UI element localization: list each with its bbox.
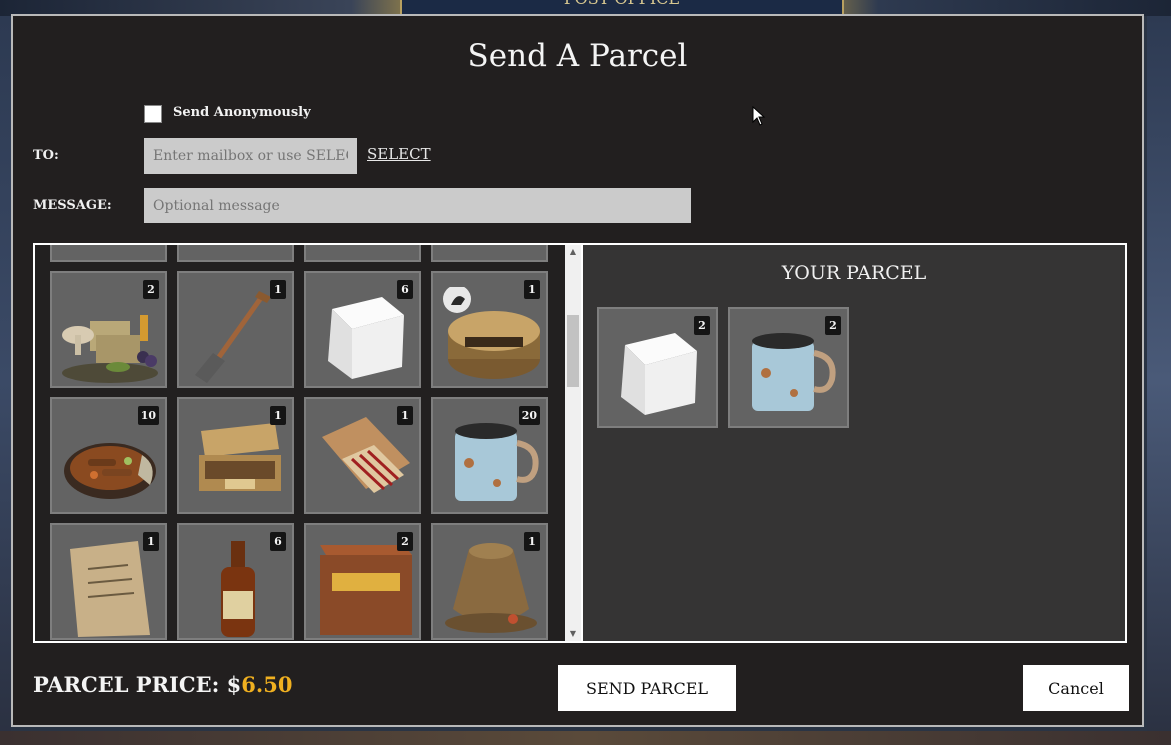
inventory-slot-partial[interactable] bbox=[177, 245, 294, 262]
select-link[interactable]: SELECT bbox=[367, 145, 431, 163]
dialog-title: Send A Parcel bbox=[467, 38, 688, 74]
item-count-badge: 6 bbox=[397, 280, 413, 299]
cigar-box-icon bbox=[199, 423, 281, 491]
inventory-slot-beer-bottle[interactable]: 6 bbox=[177, 523, 294, 640]
scrollbar-thumb[interactable] bbox=[567, 315, 579, 387]
scroll-down-arrow-icon[interactable]: ▼ bbox=[565, 627, 581, 641]
mailbox-input[interactable] bbox=[144, 138, 357, 174]
tobacco-tin-icon bbox=[443, 287, 540, 379]
inventory-grid[interactable]: 2 1 6 1 10 1 1 20 1 6 2 1 bbox=[35, 245, 565, 641]
item-count-badge: 2 bbox=[694, 316, 710, 335]
item-count-badge: 1 bbox=[524, 532, 540, 551]
message-label: MESSAGE: bbox=[33, 198, 112, 213]
parcel-slot-sugar-cube[interactable]: 2 bbox=[597, 307, 718, 428]
item-count-badge: 2 bbox=[397, 532, 413, 551]
parcel-panel: 2 1 6 1 10 1 1 20 1 6 2 1 ▲ ▼ YOUR PARCE… bbox=[33, 243, 1127, 643]
sugar-cube-icon bbox=[328, 297, 404, 379]
inventory-slot-grain-sack[interactable]: 1 bbox=[431, 523, 548, 640]
matches-icon bbox=[322, 417, 410, 493]
message-input[interactable] bbox=[144, 188, 691, 223]
parcel-slot-tin-mug[interactable]: 2 bbox=[728, 307, 849, 428]
stew-icon bbox=[64, 443, 156, 499]
tin-mug-icon bbox=[752, 333, 836, 411]
document-icon bbox=[70, 541, 150, 637]
inventory-scrollbar[interactable]: ▲ ▼ bbox=[565, 245, 581, 641]
beer-bottle-icon bbox=[221, 541, 255, 637]
parcel-price: PARCEL PRICE: $6.50 bbox=[33, 672, 292, 697]
item-count-badge: 1 bbox=[270, 406, 286, 425]
to-label: TO: bbox=[33, 148, 59, 163]
inventory-slot-cigar-box[interactable]: 1 bbox=[177, 397, 294, 514]
item-count-badge: 6 bbox=[270, 532, 286, 551]
parcel-price-value: 6.50 bbox=[241, 672, 293, 697]
tin-mug-icon bbox=[455, 423, 539, 501]
inventory-slot-food-bundle[interactable]: 2 bbox=[50, 271, 167, 388]
grain-sack-icon bbox=[445, 543, 537, 633]
inventory-slot-sugar-cube[interactable]: 6 bbox=[304, 271, 421, 388]
item-count-badge: 1 bbox=[397, 406, 413, 425]
inventory-slot-partial[interactable] bbox=[431, 245, 548, 262]
inventory-slot-shovel[interactable]: 1 bbox=[177, 271, 294, 388]
inventory-slot-partial[interactable] bbox=[304, 245, 421, 262]
inventory-slot-tin-mug[interactable]: 20 bbox=[431, 397, 548, 514]
item-count-badge: 10 bbox=[137, 406, 159, 425]
inventory-slot-document[interactable]: 1 bbox=[50, 523, 167, 640]
item-count-badge: 2 bbox=[143, 280, 159, 299]
item-count-badge: 20 bbox=[518, 406, 540, 425]
background-left bbox=[0, 16, 11, 745]
inventory-slot-crate[interactable]: 2 bbox=[304, 523, 421, 640]
item-count-badge: 1 bbox=[270, 280, 286, 299]
your-parcel-title: YOUR PARCEL bbox=[781, 262, 927, 284]
background-right bbox=[1147, 16, 1171, 745]
scroll-up-arrow-icon[interactable]: ▲ bbox=[565, 245, 581, 259]
anonymous-checkbox[interactable] bbox=[144, 105, 162, 123]
inventory-slot-tobacco-tin[interactable]: 1 bbox=[431, 271, 548, 388]
your-parcel-area[interactable]: YOUR PARCEL 2 2 bbox=[581, 245, 1125, 641]
item-count-badge: 2 bbox=[825, 316, 841, 335]
anonymous-label: Send Anonymously bbox=[173, 105, 311, 120]
shovel-icon bbox=[195, 291, 271, 383]
sugar-cube-icon bbox=[621, 333, 697, 415]
inventory-slot-partial[interactable] bbox=[50, 245, 167, 262]
background-bottom bbox=[0, 731, 1171, 745]
crate-icon bbox=[320, 545, 412, 635]
item-count-badge: 1 bbox=[524, 280, 540, 299]
send-parcel-dialog: Send A Parcel Send Anonymously TO: SELEC… bbox=[11, 14, 1144, 727]
inventory-slot-stew[interactable]: 10 bbox=[50, 397, 167, 514]
send-parcel-button[interactable]: SEND PARCEL bbox=[558, 665, 736, 711]
mouse-cursor-icon bbox=[752, 106, 766, 126]
food-bundle-icon bbox=[62, 315, 158, 383]
parcel-price-label: PARCEL PRICE: $ bbox=[33, 672, 242, 697]
item-count-badge: 1 bbox=[143, 532, 159, 551]
cancel-button[interactable]: Cancel bbox=[1023, 665, 1129, 711]
inventory-slot-matches[interactable]: 1 bbox=[304, 397, 421, 514]
